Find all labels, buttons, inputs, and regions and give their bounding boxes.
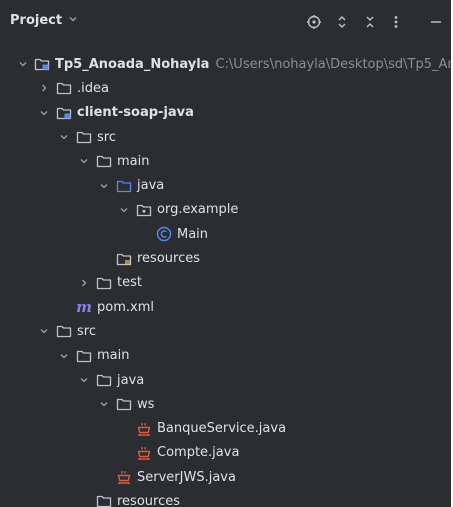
- tree-item[interactable]: main: [0, 344, 451, 368]
- tree-item-label: client-soap-java: [77, 105, 194, 121]
- chevron-down-icon[interactable]: [38, 107, 50, 119]
- tree-item[interactable]: resources: [0, 246, 451, 270]
- project-tree: Tp5_Anoada_Nohayla C:\Users\nohayla\Deskt…: [0, 52, 451, 507]
- tree-item-label: test: [117, 275, 142, 291]
- tree-item-label: src: [77, 323, 96, 339]
- java-file-icon: [136, 445, 152, 461]
- folder-icon: [96, 275, 112, 291]
- source-folder-icon: [116, 178, 132, 194]
- tree-item[interactable]: Compte.java: [0, 441, 451, 465]
- resources-folder-icon: [116, 251, 132, 267]
- tree-item[interactable]: java: [0, 368, 451, 392]
- tree-item-label: java: [117, 372, 145, 388]
- chevron-right-icon[interactable]: [78, 277, 90, 289]
- tree-item-label: src: [97, 129, 116, 145]
- folder-icon: [76, 129, 92, 145]
- tree-item-label: .idea: [77, 80, 109, 96]
- tree-item-label: java: [137, 178, 165, 194]
- tree-item[interactable]: Tp5_Anoada_Nohayla C:\Users\nohayla\Deskt…: [0, 52, 451, 76]
- tree-item[interactable]: Main: [0, 222, 451, 246]
- folder-icon: [96, 372, 112, 388]
- tree-item-label: pom.xml: [97, 299, 154, 315]
- tree-item-label: Main: [177, 226, 209, 242]
- tree-item[interactable]: BanqueService.java: [0, 416, 451, 440]
- tree-item-label: Tp5_Anoada_Nohayla: [55, 56, 210, 72]
- tree-item-label: resources: [137, 251, 201, 267]
- tree-item[interactable]: test: [0, 271, 451, 295]
- tree-item[interactable]: resources: [0, 489, 451, 507]
- folder-icon: [56, 80, 72, 96]
- chevron-down-icon[interactable]: [18, 58, 28, 70]
- minimize-icon[interactable]: [426, 12, 446, 32]
- chevron-down-icon[interactable]: [118, 204, 130, 216]
- tree-item-label: ServerJWS.java: [137, 469, 236, 485]
- project-path: C:\Users\nohayla\Desktop\sd\Tp5_Ano: [215, 56, 453, 72]
- module-folder-icon: [34, 56, 50, 72]
- java-file-icon: [116, 469, 132, 485]
- tree-item[interactable]: .idea: [0, 76, 451, 100]
- crosshair-icon[interactable]: [304, 12, 324, 32]
- tree-item[interactable]: m pom.xml: [0, 295, 451, 319]
- tree-item-label: ws: [137, 396, 155, 412]
- tree-item[interactable]: org.example: [0, 198, 451, 222]
- chevron-down-icon[interactable]: [78, 155, 90, 167]
- folder-icon: [96, 153, 112, 169]
- java-file-icon: [136, 421, 152, 437]
- tree-item-label: resources: [117, 493, 181, 507]
- chevron-right-icon[interactable]: [38, 82, 50, 94]
- folder-icon: [56, 323, 72, 339]
- tree-item-label: main: [117, 153, 150, 169]
- chevron-down-icon[interactable]: [98, 398, 110, 410]
- package-icon: [136, 202, 152, 218]
- tool-window-title: Project: [10, 13, 63, 28]
- chevron-down-icon: [68, 14, 78, 27]
- folder-icon: [116, 396, 132, 412]
- chevron-down-icon[interactable]: [58, 350, 70, 362]
- tree-item[interactable]: src: [0, 319, 451, 343]
- expand-collapse-icon[interactable]: [332, 12, 352, 32]
- chevron-down-icon[interactable]: [78, 374, 90, 386]
- maven-icon: m: [76, 298, 92, 317]
- tool-window-header: Project: [0, 0, 451, 44]
- project-tool-window: Project Tp5_Anoada_Nohayla C:\Users\noha…: [0, 0, 453, 507]
- tree-item[interactable]: java: [0, 173, 451, 197]
- class-icon: [156, 226, 172, 242]
- tree-item[interactable]: main: [0, 149, 451, 173]
- collapse-all-icon[interactable]: [360, 12, 380, 32]
- folder-icon: [96, 493, 112, 507]
- chevron-down-icon[interactable]: [58, 131, 70, 143]
- tree-item-label: BanqueService.java: [157, 421, 287, 437]
- tree-item-label: org.example: [157, 202, 239, 218]
- tree-item[interactable]: ws: [0, 392, 451, 416]
- tree-item-label: main: [97, 348, 130, 364]
- folder-icon: [76, 348, 92, 364]
- project-view-selector[interactable]: Project: [10, 13, 78, 28]
- tree-item[interactable]: client-soap-java: [0, 101, 451, 125]
- tree-item-label: Compte.java: [157, 445, 240, 461]
- module-folder-icon: [56, 105, 72, 121]
- tree-item[interactable]: src: [0, 125, 451, 149]
- chevron-down-icon[interactable]: [38, 325, 50, 337]
- tree-item[interactable]: ServerJWS.java: [0, 465, 451, 489]
- more-options-icon[interactable]: [386, 12, 406, 32]
- chevron-down-icon[interactable]: [98, 180, 110, 192]
